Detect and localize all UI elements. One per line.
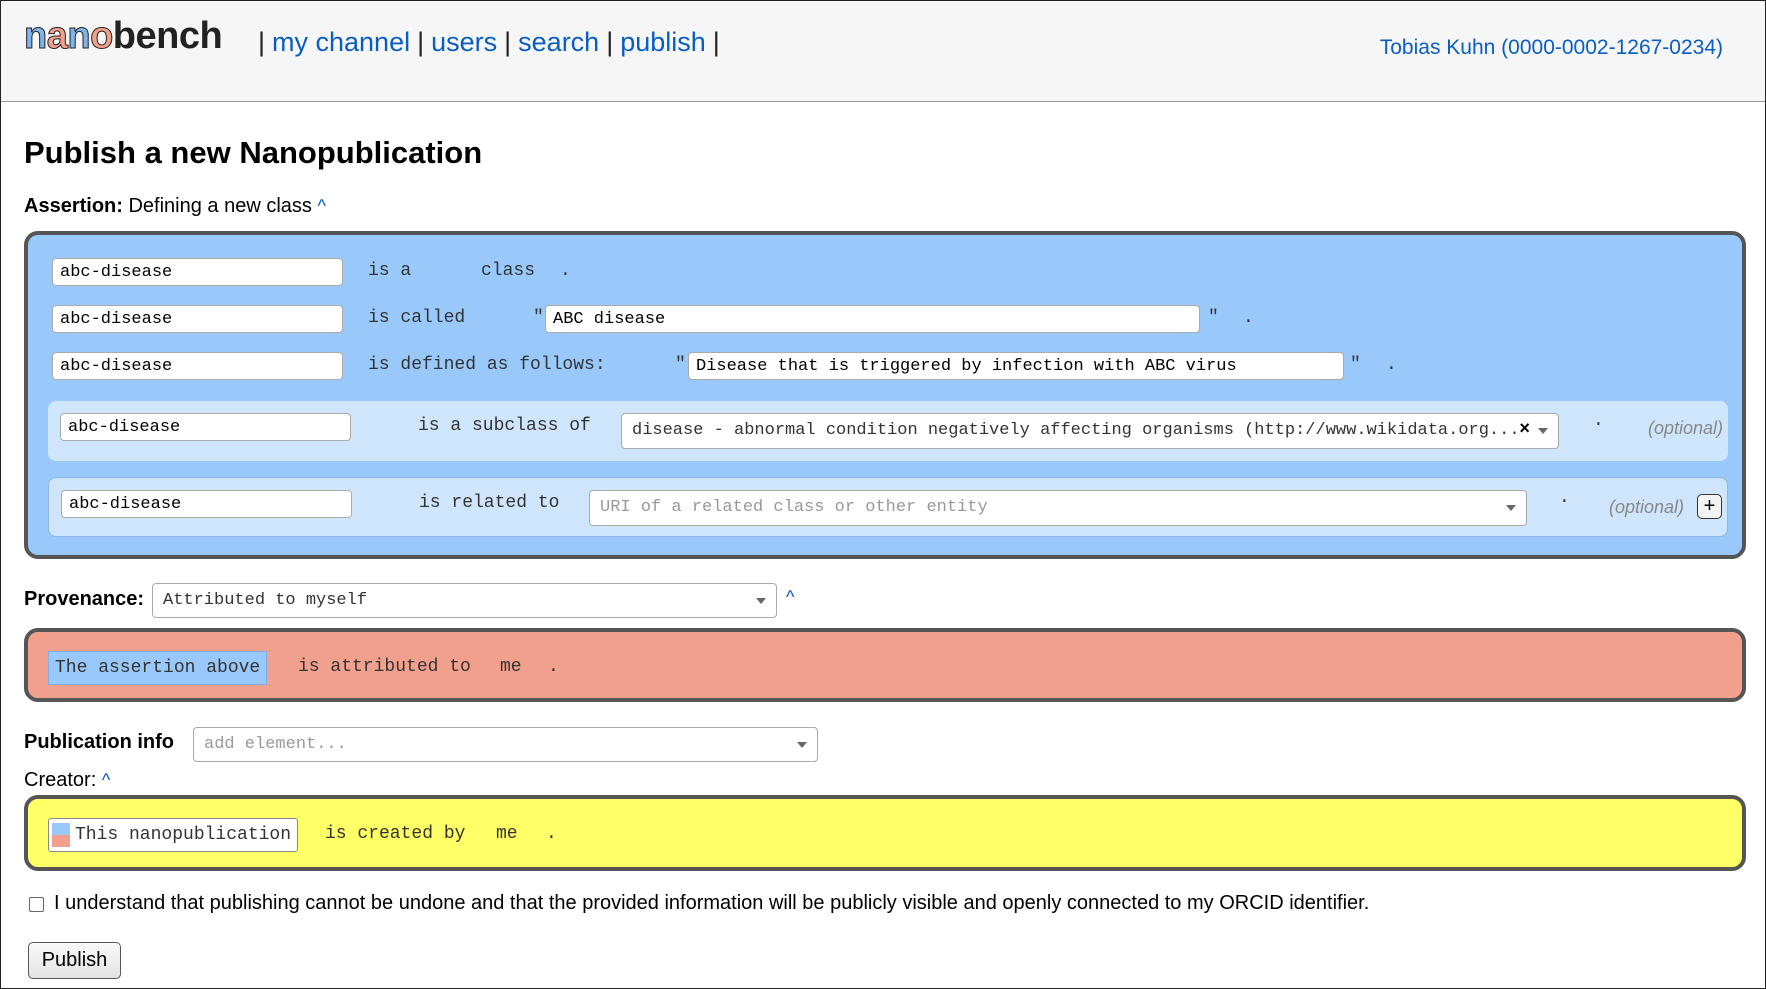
nanobench-logo[interactable]: nanobench bbox=[24, 15, 223, 58]
add-element-placeholder: add element... bbox=[204, 735, 347, 754]
assertion-heading: Assertion: Defining a new class ^ bbox=[24, 195, 326, 218]
page-title: Publish a new Nanopublication bbox=[24, 135, 483, 170]
logo-letter-n2: n bbox=[67, 15, 91, 58]
assertion-reference-chip: The assertion above bbox=[48, 651, 268, 685]
main-nav: | my channel | users | search | publish | bbox=[258, 27, 720, 57]
nanopub-flag-icon bbox=[52, 823, 70, 847]
predicate-is-called: is called bbox=[368, 308, 466, 328]
logo-letter-a: a bbox=[46, 15, 68, 58]
close-quote: " bbox=[1350, 355, 1361, 375]
statement-end-dot: . bbox=[548, 657, 559, 677]
statement-end-dot: · bbox=[1559, 492, 1570, 512]
logo-text-bench: bench bbox=[112, 15, 223, 57]
header-bar: nanobench | my channel | users | search | publi… bbox=[1, 1, 1765, 102]
predicate-is-a: is a bbox=[368, 261, 412, 281]
predicate-is-defined-as: is defined as follows: bbox=[368, 355, 606, 375]
open-quote: " bbox=[675, 355, 686, 375]
predicate-attributed-to: is attributed to bbox=[298, 657, 471, 677]
add-pubinfo-element-select[interactable]: add element... bbox=[193, 727, 818, 762]
assertion-box: abc-disease is a class . abc-disease is … bbox=[24, 231, 1746, 559]
dropdown-arrow-icon[interactable] bbox=[1538, 428, 1548, 434]
subject-input-row1[interactable]: abc-disease bbox=[52, 258, 343, 286]
subject-input-row3[interactable]: abc-disease bbox=[52, 352, 343, 380]
statement-end-dot: . bbox=[546, 824, 557, 844]
pubinfo-box: This nanopublication is created by me . bbox=[24, 795, 1746, 871]
provenance-selected-value: Attributed to myself bbox=[163, 591, 368, 610]
nav-search-link[interactable]: search bbox=[518, 27, 599, 57]
subject-input-subclass[interactable]: abc-disease bbox=[60, 413, 351, 441]
clear-selection-icon[interactable]: × bbox=[1519, 420, 1530, 440]
add-related-button[interactable]: + bbox=[1697, 494, 1722, 519]
related-entity-select[interactable]: URI of a related class or other entity bbox=[589, 490, 1527, 526]
subclass-optional-row: abc-disease is a subclass of disease - a… bbox=[48, 401, 1728, 461]
provenance-collapse-caret[interactable]: ^ bbox=[786, 587, 794, 608]
provenance-label: Provenance: bbox=[24, 588, 145, 610]
subject-input-row2[interactable]: abc-disease bbox=[52, 305, 343, 333]
provenance-heading: Provenance: bbox=[24, 588, 144, 611]
object-me: me bbox=[500, 657, 522, 677]
confirm-text: I understand that publishing cannot be u… bbox=[54, 892, 1370, 914]
assertion-collapse-caret[interactable]: ^ bbox=[317, 196, 325, 216]
statement-end-dot: . bbox=[1386, 355, 1397, 375]
related-entity-placeholder: URI of a related class or other entity bbox=[600, 498, 988, 517]
definition-input[interactable]: Disease that is triggered by infection w… bbox=[688, 352, 1344, 380]
assertion-label: Assertion: bbox=[24, 195, 123, 217]
user-profile-link[interactable]: Tobias Kuhn (0000-0002-1267-0234) bbox=[1380, 36, 1723, 60]
predicate-is-subclass-of: is a subclass of bbox=[418, 416, 591, 436]
creator-heading: Creator: ^ bbox=[24, 769, 110, 792]
pubinfo-label: Publication info bbox=[24, 731, 174, 753]
predicate-created-by: is created by bbox=[325, 824, 466, 844]
superclass-select[interactable]: disease - abnormal condition negatively … bbox=[621, 413, 1559, 449]
close-quote: " bbox=[1208, 308, 1219, 328]
dropdown-arrow-icon[interactable] bbox=[797, 742, 807, 748]
open-quote: " bbox=[533, 308, 544, 328]
publish-button[interactable]: Publish bbox=[28, 942, 121, 979]
nav-users-link[interactable]: users bbox=[431, 27, 497, 57]
related-optional-row: abc-disease is related to URI of a relat… bbox=[48, 477, 1728, 537]
nav-my-channel-link[interactable]: my channel bbox=[272, 27, 410, 57]
creator-collapse-caret[interactable]: ^ bbox=[102, 770, 110, 790]
logo-letter-o: o bbox=[90, 15, 114, 58]
confirm-checkbox[interactable] bbox=[29, 897, 44, 912]
creator-label: Creator: bbox=[24, 769, 97, 791]
nanopub-reference-chip: This nanopublication bbox=[48, 818, 299, 852]
assertion-template-name: Defining a new class bbox=[128, 195, 312, 217]
statement-end-dot: . bbox=[560, 261, 571, 281]
statement-end-dot: . bbox=[1243, 308, 1254, 328]
object-me: me bbox=[496, 824, 518, 844]
optional-label: (optional) bbox=[1648, 418, 1724, 438]
provenance-template-select[interactable]: Attributed to myself bbox=[152, 583, 777, 618]
dropdown-arrow-icon[interactable] bbox=[756, 598, 766, 604]
label-input[interactable]: ABC disease bbox=[545, 305, 1200, 333]
logo-letter-n1: n bbox=[24, 15, 48, 58]
subject-input-related[interactable]: abc-disease bbox=[61, 490, 352, 518]
object-class: class bbox=[481, 261, 536, 281]
provenance-box: The assertion above is attributed to me … bbox=[24, 628, 1746, 702]
nav-publish-link[interactable]: publish bbox=[620, 27, 706, 57]
predicate-is-related-to: is related to bbox=[419, 493, 560, 513]
superclass-selected-value: disease - abnormal condition negatively … bbox=[632, 421, 1520, 440]
pubinfo-heading: Publication info bbox=[24, 731, 174, 754]
nanopub-chip-label: This nanopublication bbox=[75, 825, 292, 845]
optional-label: (optional) bbox=[1609, 497, 1685, 517]
statement-end-dot: · bbox=[1593, 415, 1604, 435]
dropdown-arrow-icon[interactable] bbox=[1506, 505, 1516, 511]
